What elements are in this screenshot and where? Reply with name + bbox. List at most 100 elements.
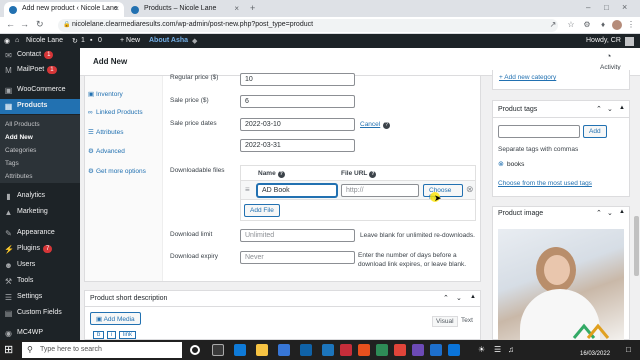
forward-icon[interactable]: → xyxy=(20,19,29,29)
text-tab[interactable]: Text xyxy=(458,316,476,325)
sale-price-input[interactable]: 6 xyxy=(240,95,355,108)
browser-tab-add-product[interactable]: Add new product ‹ Nicole Lane × xyxy=(4,2,124,17)
tag-input[interactable] xyxy=(498,125,580,138)
app-icon-2[interactable] xyxy=(394,344,406,356)
howdy-user[interactable]: Howdy, CR xyxy=(586,37,621,44)
submenu-add-new[interactable]: Add New xyxy=(0,131,80,144)
submenu-categories[interactable]: Categories xyxy=(0,144,80,157)
submenu-attributes[interactable]: Attributes xyxy=(0,170,80,183)
scrollbar-thumb[interactable] xyxy=(634,216,639,276)
sidebar-item-contact[interactable]: ✉ Contact 1 xyxy=(0,48,80,63)
sidebar-item-custom-fields[interactable]: ▤ Custom Fields xyxy=(0,306,80,321)
notifications-icon[interactable]: □ xyxy=(626,345,631,354)
app-icon-5[interactable] xyxy=(448,344,460,356)
app-icon-3[interactable] xyxy=(412,344,424,356)
sidebar-item-woocommerce[interactable]: ▣ WooCommerce xyxy=(0,83,80,98)
sidebar-item-plugins[interactable]: ⚡ Plugins 7 xyxy=(0,242,80,257)
new-content-link[interactable]: + New xyxy=(120,37,140,44)
back-icon[interactable]: ← xyxy=(6,19,15,29)
address-bar[interactable]: 🔒 nicolelane.clearmediaresults.com/wp-ad… xyxy=(58,19,558,32)
tab-linked-products[interactable]: ∞ Linked Products xyxy=(88,109,143,116)
maximize-icon[interactable]: □ xyxy=(604,3,609,12)
sidebar-item-mc4wp[interactable]: ◉ MC4WP xyxy=(0,326,80,341)
move-down-icon[interactable]: ⌄ xyxy=(607,105,613,113)
profile-avatar[interactable] xyxy=(612,20,622,30)
activity-icon[interactable]: ◔ xyxy=(606,51,611,61)
tray-icons[interactable]: ☀ xyxy=(478,345,485,354)
browser-tab-products[interactable]: Products – Nicole Lane × xyxy=(126,2,244,17)
italic-quicktag[interactable]: i xyxy=(107,331,117,339)
extensions-puzzle-icon[interactable]: ♦ xyxy=(598,20,608,30)
app-icon[interactable] xyxy=(376,344,388,356)
chrome-icon[interactable] xyxy=(340,344,352,356)
close-tab-icon[interactable]: × xyxy=(114,4,119,13)
sidebar-item-settings[interactable]: ☰ Settings xyxy=(0,290,80,305)
tab-get-more-options[interactable]: ⚙ Get more options xyxy=(88,167,146,175)
move-up-icon[interactable]: ⌃ xyxy=(596,105,602,113)
comments-icon[interactable]: ▪ xyxy=(90,37,92,44)
add-file-button[interactable]: Add File xyxy=(244,204,280,217)
volume-icon[interactable]: ♫ xyxy=(508,345,514,354)
wordpress-logo-icon[interactable]: ◉ xyxy=(4,37,10,45)
sidebar-item-products[interactable]: ▦ Products xyxy=(0,99,80,114)
diamond-icon[interactable]: ◆ xyxy=(192,37,197,45)
add-tag-button[interactable]: Add xyxy=(583,125,607,138)
windows-start-icon[interactable]: ⊞ xyxy=(4,344,16,356)
sale-to-input[interactable]: 2022-03-31 xyxy=(240,139,355,152)
regular-price-input[interactable]: 10 xyxy=(240,73,355,86)
link-quicktag[interactable]: link xyxy=(119,331,137,339)
move-up-icon[interactable]: ⌃ xyxy=(596,209,602,217)
tab-attributes[interactable]: ☰ Attributes xyxy=(88,128,123,136)
taskbar-search-input[interactable]: ⚲ Type here to search xyxy=(22,342,182,358)
sidebar-item-users[interactable]: ☻ Users xyxy=(0,258,80,273)
download-expiry-input[interactable]: Never xyxy=(240,251,355,264)
bold-quicktag[interactable]: b xyxy=(93,331,105,339)
reload-icon[interactable]: ↻ xyxy=(36,19,44,30)
sidebar-item-appearance[interactable]: ✎ Appearance xyxy=(0,226,80,241)
extension-icon[interactable]: ⚙ xyxy=(582,20,592,30)
share-icon[interactable]: ↗ xyxy=(548,20,558,30)
tab-advanced[interactable]: ⚙ Advanced xyxy=(88,147,125,155)
file-explorer-icon[interactable] xyxy=(256,344,268,356)
submenu-tags[interactable]: Tags xyxy=(0,157,80,170)
tab-inventory[interactable]: ▣ Inventory xyxy=(88,90,123,98)
move-down-icon[interactable]: ⌄ xyxy=(607,209,613,217)
move-up-icon[interactable]: ⌃ xyxy=(443,294,449,302)
cancel-schedule-link[interactable]: Cancel xyxy=(360,121,380,128)
page-scrollbar[interactable] xyxy=(633,76,640,340)
close-tab-icon[interactable]: × xyxy=(234,4,239,13)
about-asha-link[interactable]: About Asha xyxy=(149,37,188,44)
visual-tab[interactable]: Visual xyxy=(432,316,458,327)
new-tab-button[interactable]: + xyxy=(250,3,255,13)
file-name-input[interactable]: AD Book xyxy=(257,184,337,197)
submenu-all-products[interactable]: All Products xyxy=(0,118,80,131)
mail-app-icon[interactable] xyxy=(300,344,312,356)
cortana-icon[interactable] xyxy=(190,345,200,355)
most-used-tags-link[interactable]: Choose from the most used tags xyxy=(498,180,592,187)
remove-tag-icon[interactable]: ⊗ xyxy=(498,160,504,168)
sidebar-item-mailpoet[interactable]: M MailPoet 1 xyxy=(0,63,80,78)
file-url-input[interactable]: http:// xyxy=(341,184,419,197)
sale-from-input[interactable]: 2022-03-10 xyxy=(240,118,355,131)
browser-menu-icon[interactable]: ⋮ xyxy=(626,20,636,30)
photoshop-icon[interactable] xyxy=(322,344,334,356)
delete-file-icon[interactable]: ⊗ xyxy=(466,184,474,195)
toggle-panel-icon[interactable]: ▲ xyxy=(470,294,476,300)
choose-file-button[interactable]: Choose file xyxy=(423,184,463,201)
updates-icon[interactable]: ↻ xyxy=(72,37,78,45)
site-name-link[interactable]: Nicole Lane xyxy=(26,37,63,44)
sidebar-item-tools[interactable]: ⚒ Tools xyxy=(0,274,80,289)
add-media-button[interactable]: ▣ Add Media xyxy=(90,312,141,325)
store-icon[interactable] xyxy=(278,344,290,356)
edge-icon[interactable] xyxy=(234,344,246,356)
download-limit-input[interactable]: Unlimited xyxy=(240,229,355,242)
user-avatar[interactable] xyxy=(625,37,634,46)
network-icon[interactable]: ☰ xyxy=(494,345,501,354)
toggle-panel-icon[interactable]: ▲ xyxy=(619,105,625,111)
drag-handle-icon[interactable]: ≡ xyxy=(245,185,250,194)
bookmark-star-icon[interactable]: ☆ xyxy=(566,20,576,30)
app-icon-4[interactable] xyxy=(430,344,442,356)
task-view-icon[interactable] xyxy=(212,344,224,356)
minimize-icon[interactable]: – xyxy=(586,3,590,12)
sidebar-item-analytics[interactable]: ▮ Analytics xyxy=(0,189,80,204)
